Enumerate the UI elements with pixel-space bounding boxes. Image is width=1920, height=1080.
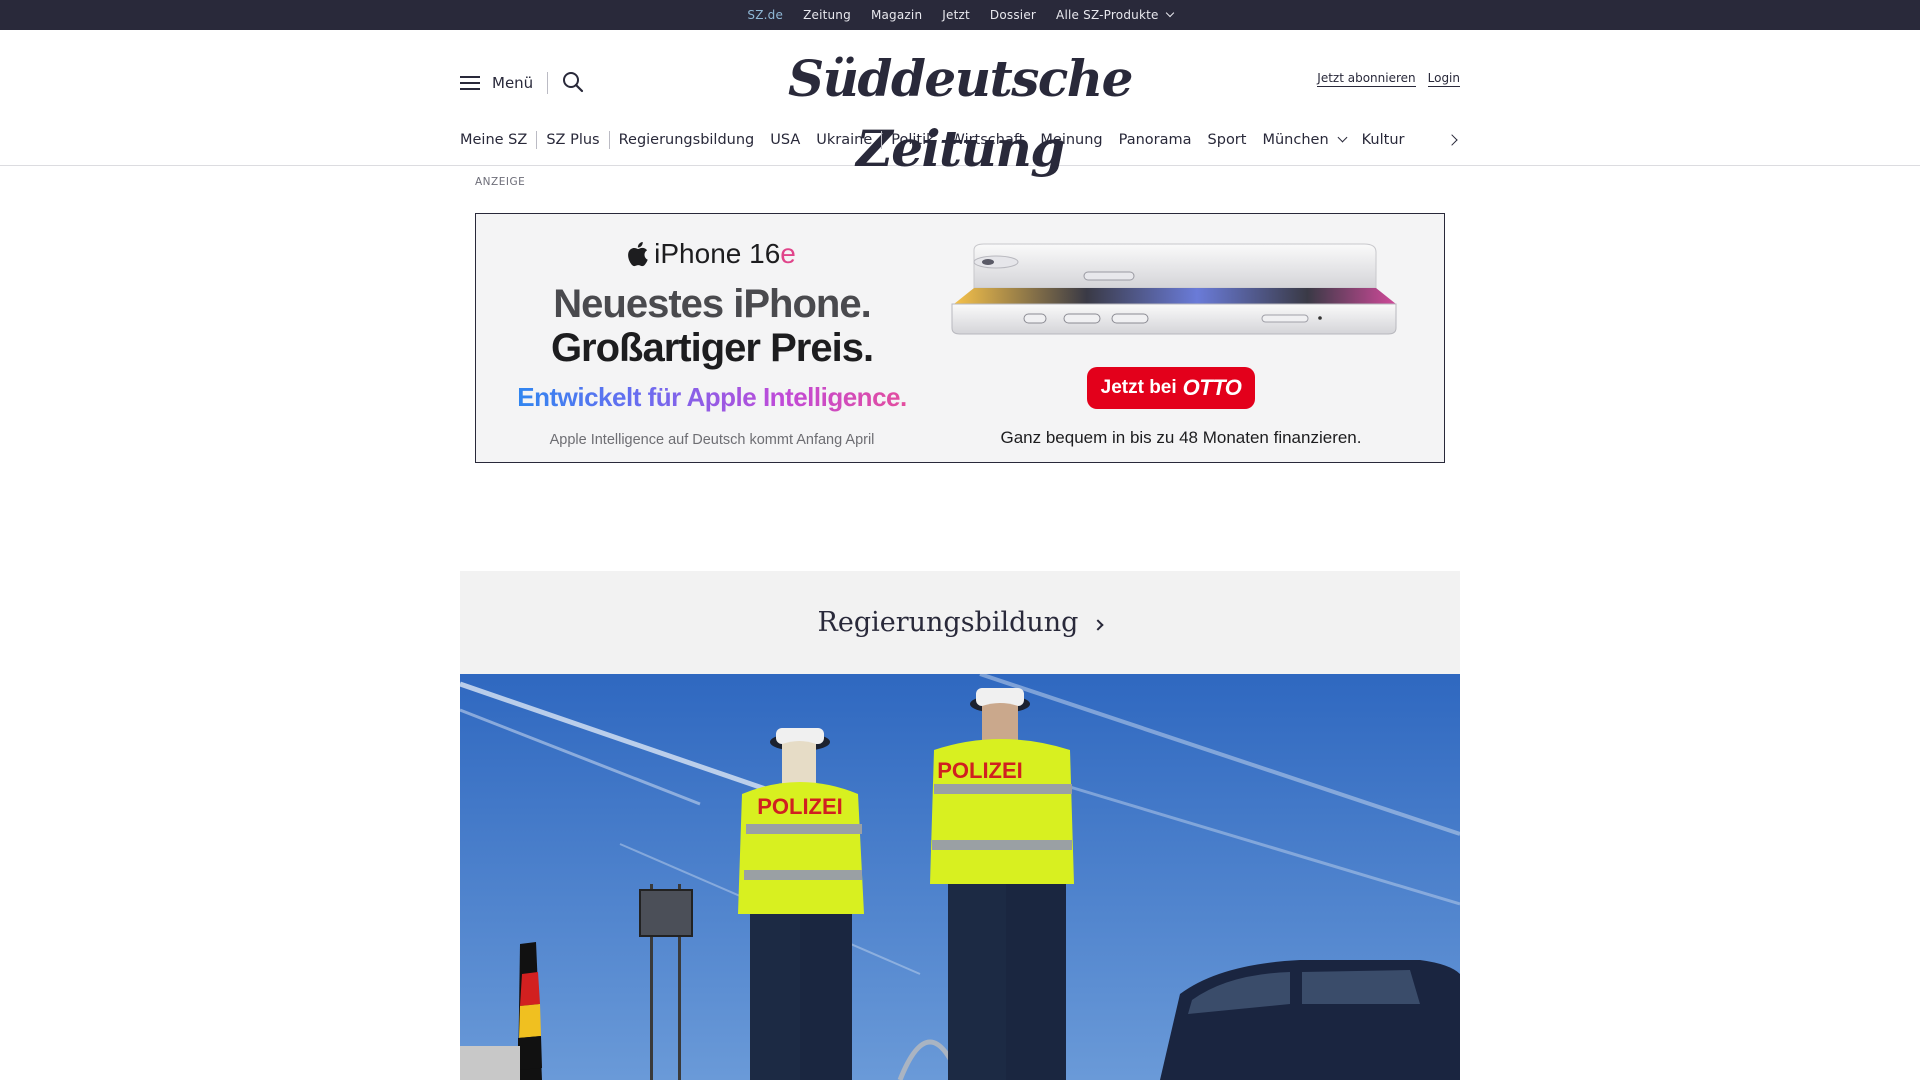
product-link-all-products[interactable]: Alle SZ-Produkte <box>1056 8 1174 22</box>
otto-logo: OTTO <box>1182 375 1242 400</box>
ad-banner[interactable]: iPhone 16 e Neuestes iPhone. Großartiger … <box>475 213 1445 463</box>
nav-item-sport[interactable]: Sport <box>1208 132 1247 148</box>
nav-item-kultur[interactable]: Kultur <box>1362 132 1405 148</box>
svg-text:POLIZEI: POLIZEI <box>937 758 1023 783</box>
topic-header[interactable]: Regierungsbildung <box>460 571 1460 674</box>
menu-label: Menü <box>492 74 534 92</box>
login-link[interactable]: Login <box>1427 71 1460 87</box>
search-icon <box>563 72 584 93</box>
ad-headline-line1: Neuestes iPhone. <box>553 282 871 326</box>
ad-brand: iPhone 16 e <box>476 238 948 270</box>
chevron-right-icon[interactable] <box>1446 132 1462 148</box>
divider <box>547 72 548 94</box>
ad-finance-text: Ganz bequem in bis zu 48 Monaten finanzi… <box>1000 428 1362 447</box>
product-link-dossier[interactable]: Dossier <box>990 8 1036 22</box>
chevron-right-icon <box>1092 618 1105 631</box>
chevron-down-icon <box>1165 8 1174 18</box>
ad-brand-name: iPhone 16 <box>654 238 781 269</box>
nav-item-meinung[interactable]: Meinung <box>1040 132 1102 148</box>
product-bar-links: SZ.de Zeitung Magazin Jetzt Dossier Alle… <box>0 0 1920 34</box>
nav-item-panorama[interactable]: Panorama <box>1119 132 1192 148</box>
nav-item-usa[interactable]: USA <box>770 132 800 148</box>
section-nav: Meine SZ SZ Plus Regierungsbildung USA U… <box>460 128 1460 152</box>
product-link-zeitung[interactable]: Zeitung <box>803 8 851 22</box>
nav-item-wirtschaft[interactable]: Wirtschaft <box>951 132 1025 148</box>
nav-item-muenchen-label: München <box>1262 132 1329 148</box>
apple-logo-icon <box>628 242 648 267</box>
ad-intelligence-tagline: Entwickelt für Apple Intelligence. <box>476 382 948 413</box>
nav-divider <box>881 131 883 149</box>
account-links: Jetzt abonnieren Login <box>1317 71 1460 87</box>
chevron-down-icon <box>1337 132 1348 142</box>
ad-headline-line2: Großartiger Preis. <box>550 326 874 370</box>
site-logo[interactable]: Süddeutsche Zeitung <box>700 44 1220 178</box>
ad-cta-button[interactable]: Jetzt bei OTTO <box>1087 367 1255 409</box>
ad-cta-prefix: Jetzt bei <box>1100 377 1177 398</box>
product-link-jetzt[interactable]: Jetzt <box>942 8 970 22</box>
ad-brand-suffix: e <box>780 238 796 269</box>
hero-image[interactable]: POLIZEI POLIZEI <box>460 674 1460 1080</box>
ad-footnote: Apple Intelligence auf Deutsch kommt Anf… <box>549 432 875 448</box>
product-bar: SZ.de Zeitung Magazin Jetzt Dossier Alle… <box>0 0 1920 34</box>
topic-title: Regierungsbildung <box>817 607 1079 638</box>
nav-item-muenchen[interactable]: München <box>1262 132 1348 148</box>
nav-item-sz-plus[interactable]: SZ Plus <box>546 132 599 148</box>
site-header: Menü Süddeutsche Zeitung Jetzt abonniere… <box>0 30 1920 178</box>
hamburger-icon <box>460 75 480 91</box>
iphone-product-image <box>951 243 1397 335</box>
search-button[interactable] <box>562 71 584 93</box>
menu-button[interactable]: Menü <box>460 74 533 92</box>
product-link-magazin[interactable]: Magazin <box>871 8 922 22</box>
all-products-label: Alle SZ-Produkte <box>1056 8 1159 22</box>
nav-item-meine-sz[interactable]: Meine SZ <box>460 132 527 148</box>
ad-label: ANZEIGE <box>475 176 526 188</box>
nav-divider <box>536 131 538 149</box>
svg-text:POLIZEI: POLIZEI <box>757 794 843 819</box>
police-border-photo: POLIZEI POLIZEI <box>460 674 1460 1080</box>
ad-copy: iPhone 16 e Neuestes iPhone. Großartiger … <box>476 214 948 462</box>
nav-item-politik[interactable]: Politik <box>891 132 934 148</box>
subscribe-link[interactable]: Jetzt abonnieren <box>1317 71 1416 87</box>
nav-divider <box>608 131 610 149</box>
nav-item-regierungsbildung[interactable]: Regierungsbildung <box>619 132 755 148</box>
nav-item-ukraine[interactable]: Ukraine <box>816 132 872 148</box>
product-link-sz-de[interactable]: SZ.de <box>747 8 783 34</box>
